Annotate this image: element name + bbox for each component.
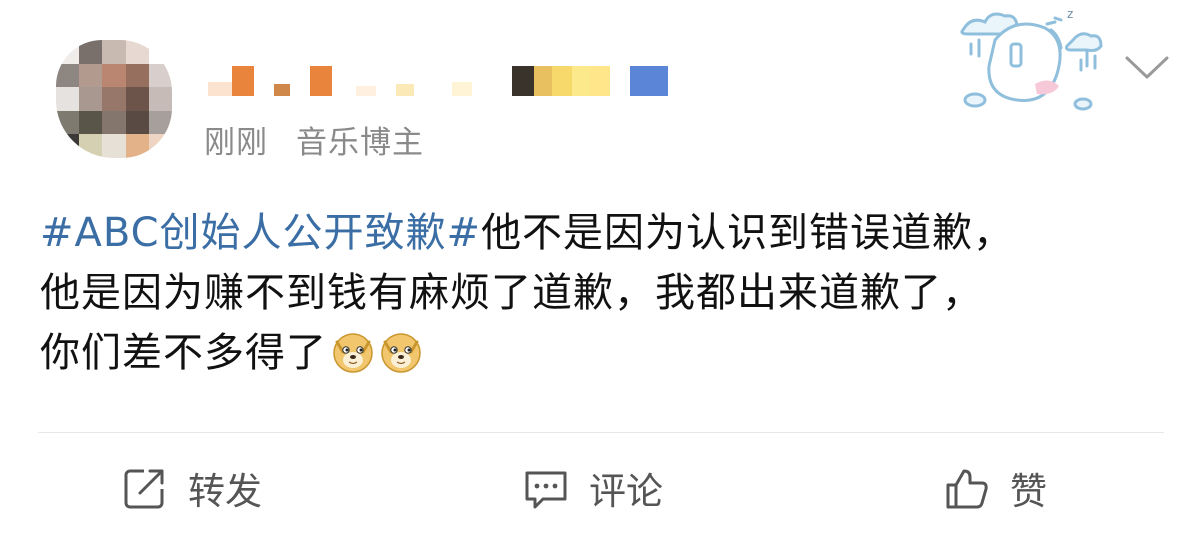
like-button[interactable]: 赞 xyxy=(944,462,1047,514)
repost-label: 转发 xyxy=(188,470,262,513)
comment-label: 评论 xyxy=(589,470,663,513)
username-mosaic[interactable] xyxy=(208,56,668,96)
cartoon-sticker-icon: z xyxy=(960,7,1103,111)
post-line-2: 他是因为赚不到钱有麻烦了道歉，我都出来道歉了， xyxy=(40,270,983,316)
topic-hashtag-link[interactable]: #ABC创始人公开致歉# xyxy=(40,210,481,256)
avatar[interactable] xyxy=(56,40,172,158)
repost-button[interactable]: 转发 xyxy=(122,462,262,514)
post-line-3: 你们差不多得了 xyxy=(40,323,1160,383)
like-label: 赞 xyxy=(1010,470,1047,513)
comment-icon xyxy=(525,471,567,509)
doge-emoji xyxy=(333,333,373,373)
share-icon xyxy=(124,469,164,509)
comment-button[interactable]: 评论 xyxy=(523,462,663,514)
post-line-1: #ABC创始人公开致歉#他不是因为认识到错误道歉， xyxy=(40,203,1160,263)
post-time: 刚刚 xyxy=(204,125,268,161)
doge-emoji xyxy=(381,333,421,373)
post-source: 音乐博主 xyxy=(296,125,424,161)
post-content: #ABC创始人公开致歉#他不是因为认识到错误道歉， 他是因为赚不到钱有麻烦了道歉… xyxy=(40,203,1160,383)
thumbs-up-icon xyxy=(946,469,988,509)
post-text-1: 他不是因为认识到错误道歉， xyxy=(481,210,1015,256)
action-divider xyxy=(38,432,1164,433)
post-text-3: 你们差不多得了 xyxy=(40,330,327,376)
post-meta: 刚刚 音乐博主 xyxy=(204,117,424,162)
svg-text:z: z xyxy=(1067,7,1073,21)
chevron-down-icon[interactable] xyxy=(1124,52,1170,82)
